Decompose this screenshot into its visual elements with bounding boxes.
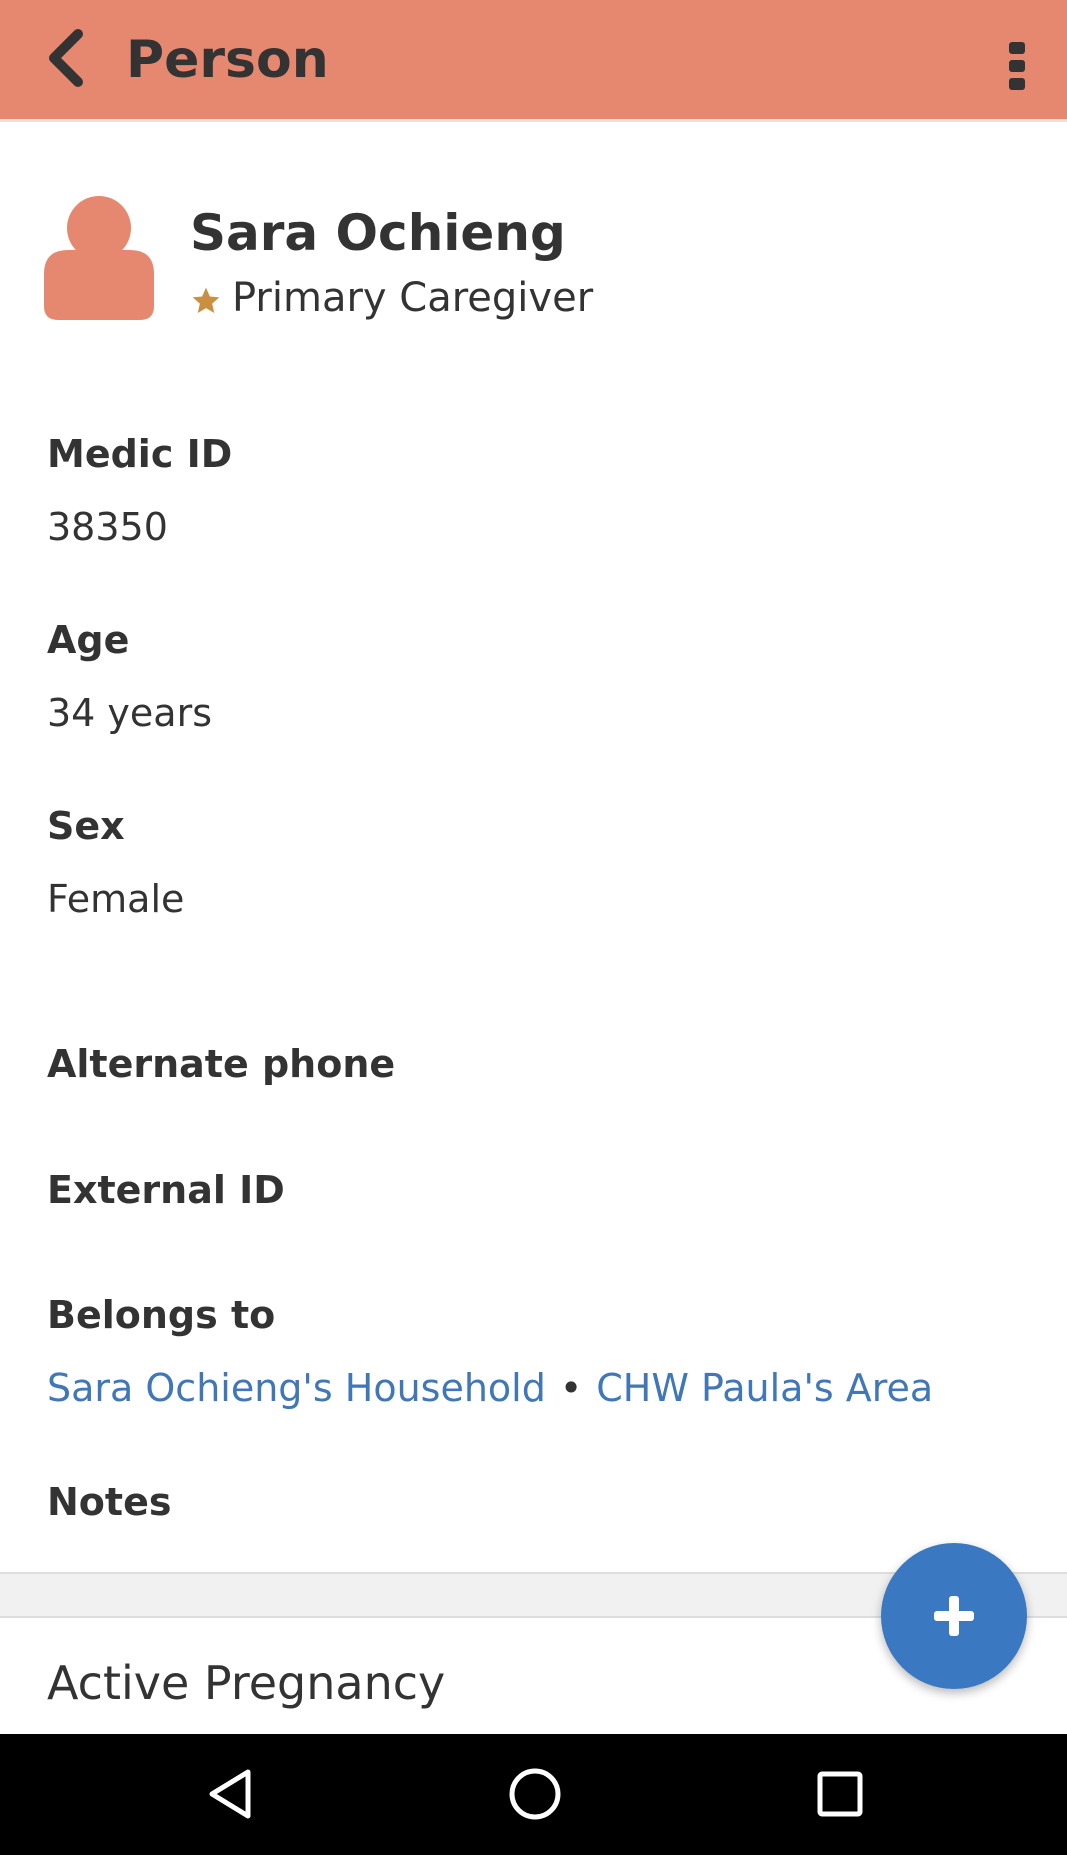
alternate-phone-label: Alternate phone [47, 1042, 396, 1086]
nav-recents-button[interactable] [790, 1754, 890, 1834]
medic-id-value: 38350 [47, 505, 168, 549]
nav-recents-icon [817, 1771, 863, 1817]
chevron-left-icon [49, 29, 83, 87]
household-link[interactable]: Sara Ochieng's Household [47, 1366, 546, 1410]
role-row: Primary Caregiver [190, 270, 593, 326]
age-value: 34 years [47, 691, 213, 735]
nav-back-icon [209, 1769, 251, 1819]
separator: • [559, 1366, 583, 1410]
sex-label: Sex [47, 804, 125, 848]
nav-home-icon [509, 1768, 561, 1820]
area-link[interactable]: CHW Paula's Area [596, 1366, 933, 1410]
star-icon [192, 287, 220, 313]
age-label: Age [47, 618, 130, 662]
page-title: Person [126, 30, 329, 90]
profile-header: Sara Ochieng Primary Caregiver [0, 122, 1067, 382]
person-name: Sara Ochieng [190, 204, 566, 262]
nav-home-button[interactable] [485, 1754, 585, 1834]
medic-id-label: Medic ID [47, 432, 233, 476]
more-vertical-icon [1009, 42, 1025, 90]
plus-icon [934, 1596, 974, 1636]
overflow-menu-button[interactable] [987, 26, 1047, 106]
active-pregnancy-title[interactable]: Active Pregnancy [47, 1656, 445, 1710]
notes-label: Notes [47, 1480, 172, 1524]
sex-value: Female [47, 877, 185, 921]
role-label: Primary Caregiver [232, 275, 594, 321]
belongs-to-value: Sara Ochieng's Household • CHW Paula's Are… [47, 1366, 933, 1410]
person-icon [44, 196, 154, 320]
nav-back-button[interactable] [180, 1754, 280, 1834]
back-button[interactable] [26, 18, 106, 98]
add-button[interactable] [881, 1543, 1027, 1689]
belongs-to-label: Belongs to [47, 1293, 276, 1337]
system-nav-bar [0, 1734, 1067, 1855]
external-id-label: External ID [47, 1168, 285, 1212]
app-bar: Person [0, 0, 1067, 122]
